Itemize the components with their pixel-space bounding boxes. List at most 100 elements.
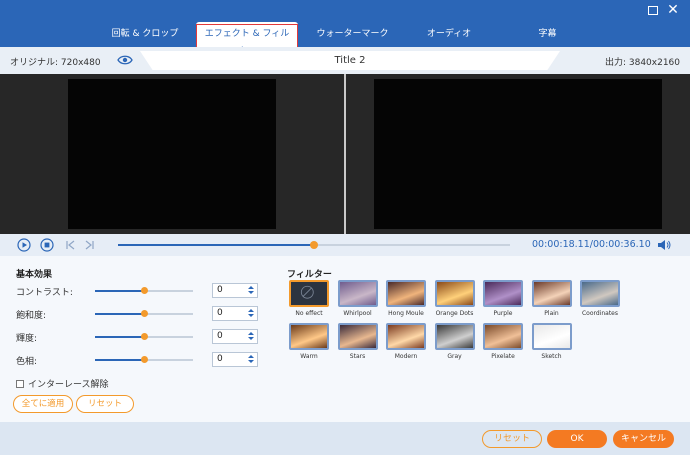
- basic-effects-title: 基本効果: [16, 270, 53, 280]
- slider-handle[interactable]: [141, 333, 148, 340]
- reset-all-button[interactable]: リセット: [482, 430, 542, 448]
- preview-area: [0, 74, 690, 234]
- filter-item[interactable]: Gray: [433, 323, 477, 360]
- output-resolution: 出力: 3840x2160: [604, 58, 680, 68]
- filter-item[interactable]: Pixelate: [481, 323, 525, 360]
- filter-name: Whirlpool: [343, 310, 372, 317]
- previous-frame-icon[interactable]: [63, 238, 77, 252]
- adjust-value-field[interactable]: 0: [212, 283, 258, 298]
- player-controls: 00:00:18.11/00:00:36.10: [0, 234, 690, 256]
- volume-icon[interactable]: [657, 239, 671, 251]
- filter-name: Coordinates: [581, 310, 619, 317]
- timecode: 00:00:18.11/00:00:36.10: [532, 239, 651, 250]
- adjust-slider[interactable]: [95, 287, 193, 294]
- stepper-arrows-icon[interactable]: [246, 330, 256, 343]
- adjust-value-field[interactable]: 0: [212, 329, 258, 344]
- original-preview: [68, 79, 276, 229]
- adjust-value: 0: [217, 354, 223, 364]
- filter-thumbnail: [289, 323, 329, 350]
- filter-item[interactable]: Sketch: [530, 323, 574, 360]
- slider-handle[interactable]: [141, 287, 148, 294]
- filter-thumbnail: [386, 280, 426, 307]
- adjust-value-field[interactable]: 0: [212, 306, 258, 321]
- output-preview: [374, 79, 662, 229]
- filter-item[interactable]: Hong Moule: [384, 280, 428, 317]
- effects-filter-dialog: ✕ 回転 & クロップ エフェクト & フィルター ウォーターマーク オーディオ…: [0, 0, 690, 455]
- deinterlace-checkbox[interactable]: インターレース解除: [16, 377, 109, 390]
- adjust-slider[interactable]: [95, 333, 193, 340]
- filter-thumbnail: [386, 323, 426, 350]
- filter-item[interactable]: Stars: [336, 323, 380, 360]
- reset-basic-button[interactable]: リセット: [76, 395, 134, 413]
- filter-name: Sketch: [541, 353, 562, 360]
- tab-subtitle[interactable]: 字幕: [505, 22, 590, 47]
- filter-thumbnail: [580, 280, 620, 307]
- filter-thumbnail: [434, 323, 475, 350]
- filter-item[interactable]: No effect: [287, 280, 331, 317]
- filter-item[interactable]: Whirlpool: [336, 280, 380, 317]
- tab-audio[interactable]: オーディオ: [405, 22, 493, 47]
- apply-all-button[interactable]: 全てに適用: [13, 395, 73, 413]
- eye-icon[interactable]: [117, 54, 133, 66]
- close-button[interactable]: ✕: [666, 3, 680, 17]
- filter-thumbnail: [483, 323, 523, 350]
- filter-name: Orange Dots: [435, 310, 474, 317]
- tab-rotate-crop[interactable]: 回転 & クロップ: [95, 22, 195, 47]
- ok-button[interactable]: OK: [547, 430, 607, 448]
- filter-item[interactable]: Purple: [481, 280, 525, 317]
- adjust-slider[interactable]: [95, 310, 193, 317]
- preview-divider: [344, 74, 346, 234]
- play-icon[interactable]: [17, 238, 31, 252]
- cancel-button[interactable]: キャンセル: [613, 430, 674, 448]
- stop-icon[interactable]: [40, 238, 54, 252]
- filter-thumbnail: [434, 280, 475, 307]
- stepper-arrows-icon[interactable]: [246, 284, 256, 297]
- filter-name: Pixelate: [491, 353, 515, 360]
- deinterlace-label: インターレース解除: [28, 380, 109, 390]
- filter-name: Purple: [493, 310, 513, 317]
- stepper-arrows-icon[interactable]: [246, 353, 256, 366]
- filter-name: Plain: [544, 310, 559, 317]
- adjust-value: 0: [217, 285, 223, 295]
- filter-title: フィルター: [287, 270, 332, 280]
- next-frame-icon[interactable]: [83, 238, 97, 252]
- filter-thumbnail: [531, 280, 572, 307]
- filter-item[interactable]: Modern: [384, 323, 428, 360]
- info-row: オリジナル: 720x480 Title 2 出力: 3840x2160: [0, 47, 690, 74]
- slider-fill: [95, 359, 144, 361]
- filter-name: Modern: [394, 353, 418, 360]
- timeline-track[interactable]: [118, 241, 510, 249]
- original-resolution: オリジナル: 720x480: [10, 58, 101, 68]
- adjust-label: 飽和度:: [16, 311, 47, 321]
- no-effect-icon: [300, 285, 314, 299]
- filter-item[interactable]: Coordinates: [578, 280, 622, 317]
- filter-thumbnail: [337, 323, 378, 350]
- filter-item[interactable]: Orange Dots: [433, 280, 477, 317]
- checkbox-icon: [16, 380, 24, 388]
- adjust-value-field[interactable]: 0: [212, 352, 258, 367]
- adjust-label: 色相:: [16, 357, 38, 367]
- slider-handle[interactable]: [141, 310, 148, 317]
- filter-thumbnail: [289, 280, 329, 307]
- filter-item[interactable]: Plain: [530, 280, 574, 317]
- adjust-slider[interactable]: [95, 356, 193, 363]
- filter-name: No effect: [295, 310, 323, 317]
- adjust-value: 0: [217, 331, 223, 341]
- filter-item[interactable]: Warm: [287, 323, 331, 360]
- filter-thumbnail: [483, 280, 523, 307]
- timeline-progress: [118, 244, 314, 246]
- maximize-button[interactable]: [646, 3, 660, 17]
- adjust-label: 輝度:: [16, 334, 38, 344]
- video-title: Title 2: [334, 55, 366, 66]
- maximize-icon: [648, 6, 658, 15]
- timeline-handle[interactable]: [310, 241, 318, 249]
- tab-effects-filters[interactable]: エフェクト & フィルター: [196, 22, 298, 62]
- filter-thumbnail: [531, 323, 572, 350]
- slider-fill: [95, 290, 144, 292]
- tab-watermark[interactable]: ウォーターマーク: [305, 22, 400, 47]
- adjust-label: コントラスト:: [16, 288, 73, 298]
- slider-handle[interactable]: [141, 356, 148, 363]
- filter-name: Gray: [447, 353, 462, 360]
- stepper-arrows-icon[interactable]: [246, 307, 256, 320]
- filter-thumbnail: [337, 280, 378, 307]
